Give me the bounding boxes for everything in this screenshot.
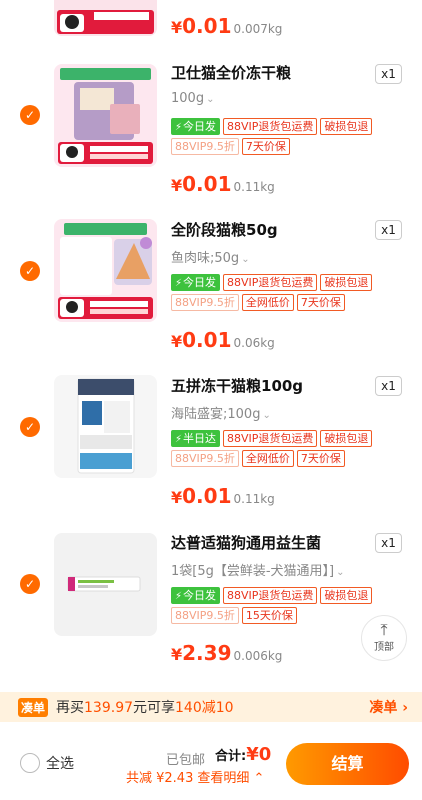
cart-item[interactable]: ✓ 卫仕猫全价冻干粮 x1 100g ⌄ ⚡今日发 88VIP退货包运费 破损包退… [0,55,422,212]
product-title[interactable]: 卫仕猫全价冻干粮 [171,62,291,83]
cart-item-partial[interactable]: ¥0.01 0.007kg [0,0,422,45]
delivery-tag-label: 今日发 [183,120,217,133]
item-price: ¥0.01 0.11kg [171,484,275,508]
product-thumbnail[interactable] [54,0,157,36]
service-tag: 破损包退 [320,118,373,135]
item-price: ¥0.01 0.007kg [171,14,283,38]
service-tag: 88VIP退货包运费 [223,274,318,291]
chevron-up-icon: ⌃ [253,771,265,786]
promo-text: 再买139.97元可享140减10 [56,700,234,716]
service-tags: ⚡今日发 88VIP退货包运费 破损包退 88VIP9.5折 7天价保 [171,118,416,155]
total-price: 合计:¥0 [215,744,272,765]
lightning-icon: ⚡ [175,278,183,289]
sku-label: 1袋[5g【尝鲜装-犬猫通用】] [171,564,335,579]
chevron-down-icon: ⌄ [241,254,250,265]
delivery-tag-label: 今日发 [183,589,217,602]
quantity-selector[interactable]: x1 [375,64,402,84]
item-price: ¥2.39 0.006kg [171,641,283,665]
sku-selector[interactable]: 鱼肉味;50g ⌄ [171,247,250,266]
item-checkbox[interactable]: ✓ [20,105,40,125]
select-all-label[interactable]: 全选 [46,753,74,773]
lightning-icon: ⚡ [175,434,183,445]
product-thumbnail[interactable] [54,375,157,478]
item-price: ¥0.01 0.11kg [171,172,275,196]
quantity-selector[interactable]: x1 [375,376,402,396]
lightning-icon: ⚡ [175,591,183,602]
chevron-down-icon: ⌄ [206,94,215,105]
discount-tag: 88VIP9.5折 [171,607,239,624]
chevron-down-icon: ⌄ [336,567,345,578]
delivery-tag: ⚡今日发 [171,118,221,135]
lightning-icon: ⚡ [175,122,183,133]
service-tags: ⚡半日达 88VIP退货包运费 破损包退 88VIP9.5折 全网低价 7天价保 [171,430,416,467]
item-checkbox[interactable]: ✓ [20,417,40,437]
lowest-price-tag: 全网低价 [241,294,294,311]
price-protect-tag: 7天价保 [296,294,345,311]
item-checkbox[interactable]: ✓ [20,261,40,281]
delivery-tag: ⚡今日发 [171,587,221,604]
quantity-selector[interactable]: x1 [375,533,402,553]
delivery-tag: ⚡今日发 [171,274,221,291]
chevron-down-icon: ⌄ [262,410,271,421]
cart-item[interactable]: ✓ 全阶段猫粮50g x1 鱼肉味;50g ⌄ ⚡今日发 88VIP退货包运费 破… [0,212,422,369]
cart-item[interactable]: ✓ 达普适猫狗通用益生菌 x1 1袋[5g【尝鲜装-犬猫通用】] ⌄ ⚡今日发 8… [0,524,422,681]
product-title[interactable]: 全阶段猫粮50g [171,219,278,240]
arrow-up-icon: ⤒ [380,620,388,639]
cart-list: ¥0.010.007kg ✓ 卫仕猫全价冻干粮 x1 100g⌄ ⚡今日发 [0,0,422,692]
service-tag: 破损包退 [320,274,373,291]
discount-tag: 88VIP9.5折 [171,450,239,467]
sku-selector[interactable]: 海陆盛宴;100g ⌄ [171,403,271,422]
service-tag: 破损包退 [320,587,373,604]
item-price: ¥0.01 0.06kg [171,328,275,352]
sku-label: 海陆盛宴;100g [171,407,261,422]
select-all-checkbox[interactable] [20,753,40,773]
product-title[interactable]: 五拼冻干猫粮100g [171,375,303,396]
view-detail-link[interactable]: 查看明细 ⌃ [197,771,264,786]
price-protect-tag: 15天价保 [241,607,297,624]
product-thumbnail[interactable] [54,64,157,167]
delivery-tag-label: 今日发 [183,276,217,289]
item-checkbox[interactable]: ✓ [20,574,40,594]
back-to-top-label: 顶部 [374,642,394,653]
checkout-bar: 全选 已包邮 合计:¥0 共减 ¥2.43 查看明细 ⌃ 结算 [0,722,422,800]
free-shipping-label: 已包邮 [166,753,206,768]
add-on-link[interactable]: 凑单 › [369,697,408,717]
cart-item[interactable]: ✓ 五拼冻干猫粮100g x1 海陆盛宴;100g ⌄ ⚡半日达 88VIP退货包… [0,368,422,525]
service-tags: ⚡今日发 88VIP退货包运费 破损包退 88VIP9.5折 全网低价 7天价保 [171,274,416,311]
delivery-tag: ⚡半日达 [171,430,221,447]
service-tag: 88VIP退货包运费 [223,587,318,604]
product-thumbnail[interactable] [54,533,157,636]
product-thumbnail[interactable] [54,219,157,322]
service-tag: 88VIP退货包运费 [223,118,318,135]
sku-selector[interactable]: 1袋[5g【尝鲜装-犬猫通用】] ⌄ [171,560,345,579]
back-to-top-button[interactable]: ⤒ 顶部 [361,615,407,661]
delivery-tag-label: 半日达 [183,432,217,445]
promo-bar[interactable]: 凑单 再买139.97元可享140减10 凑单 › [0,692,422,722]
checkout-button[interactable]: 结算 [286,743,409,785]
price-protect-tag: 7天价保 [296,450,345,467]
service-tag: 破损包退 [320,430,373,447]
promo-badge: 凑单 [18,697,49,717]
sku-label: 鱼肉味;50g [171,251,240,266]
product-title[interactable]: 达普适猫狗通用益生菌 [171,532,321,553]
sku-selector[interactable]: 100g ⌄ [171,91,214,106]
lowest-price-tag: 全网低价 [241,450,294,467]
quantity-selector[interactable]: x1 [375,220,402,240]
discount-tag: 88VIP9.5折 [171,138,239,155]
price-protect-tag: 7天价保 [241,138,290,155]
sku-label: 100g [171,91,205,106]
service-tag: 88VIP退货包运费 [223,430,318,447]
savings-summary[interactable]: 共减 ¥2.43 查看明细 ⌃ [126,767,264,786]
discount-tag: 88VIP9.5折 [171,294,239,311]
